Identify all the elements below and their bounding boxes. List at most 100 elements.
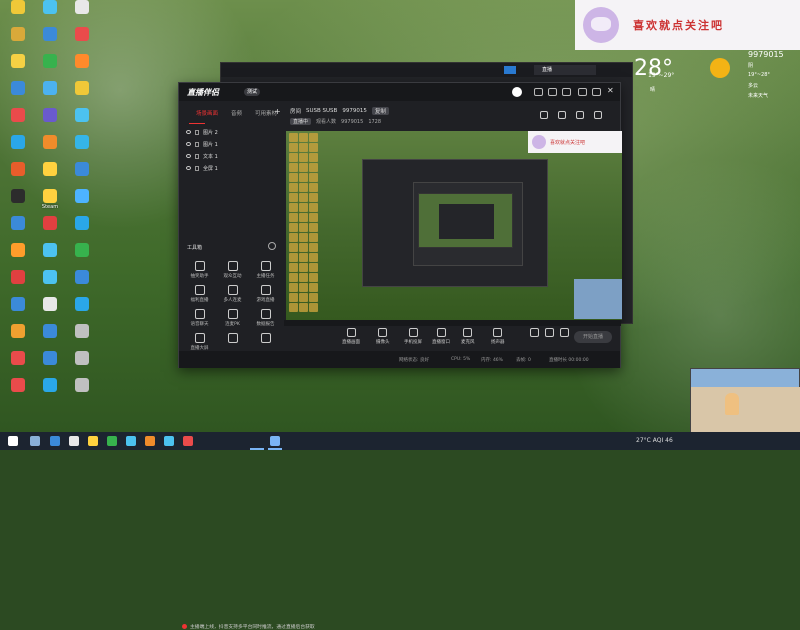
- desktop-icon[interactable]: [34, 108, 66, 135]
- background-window-button[interactable]: [504, 66, 516, 74]
- settings-button[interactable]: [560, 328, 569, 339]
- control-camera[interactable]: 摄像头: [376, 328, 390, 345]
- toolbox-item[interactable]: 抽奖助手: [183, 261, 216, 285]
- toolbox-item[interactable]: 福利直播: [183, 285, 216, 309]
- maximize-icon[interactable]: [592, 88, 601, 96]
- start-live-button[interactable]: 开始直播: [574, 331, 612, 343]
- toolbox-item[interactable]: 连麦PK: [216, 309, 249, 333]
- eye-icon[interactable]: [186, 130, 191, 134]
- desktop-icon[interactable]: [2, 378, 34, 405]
- desktop-icon[interactable]: [34, 351, 66, 378]
- desktop-icon[interactable]: [34, 297, 66, 324]
- settings-icon[interactable]: [562, 88, 571, 96]
- desktop-icon[interactable]: [2, 270, 34, 297]
- desktop-icon[interactable]: [66, 243, 98, 270]
- control-phone-cast[interactable]: 手机投屏: [404, 328, 422, 345]
- desktop-icon[interactable]: [2, 0, 34, 27]
- desktop-icon[interactable]: [66, 0, 98, 27]
- desktop-icon[interactable]: [66, 378, 98, 405]
- desktop-icon[interactable]: [66, 216, 98, 243]
- control-microphone[interactable]: 麦克风: [461, 328, 475, 345]
- layer-item[interactable]: 全屏 1: [186, 162, 284, 174]
- eye-button[interactable]: [545, 328, 554, 339]
- minimize-icon[interactable]: [578, 88, 587, 96]
- lock-icon[interactable]: [195, 153, 199, 159]
- eye-icon[interactable]: [186, 142, 191, 146]
- bell-icon[interactable]: [576, 111, 584, 119]
- toolbox-item[interactable]: 数据报告: [249, 309, 282, 333]
- layer-item[interactable]: 图片 1: [186, 138, 284, 150]
- desktop-icon[interactable]: [66, 189, 98, 216]
- lock-icon[interactable]: [195, 129, 199, 135]
- desktop-icon[interactable]: [34, 216, 66, 243]
- desktop-icon[interactable]: [66, 54, 98, 81]
- user-avatar[interactable]: [512, 87, 522, 97]
- toolbox-item[interactable]: 语音聊天: [183, 309, 216, 333]
- copy-room-button[interactable]: 复制: [371, 107, 389, 115]
- desktop-icon[interactable]: [66, 351, 98, 378]
- desktop-icon[interactable]: [34, 378, 66, 405]
- taskbar-app-icon[interactable]: [88, 436, 98, 446]
- eye-icon[interactable]: [186, 154, 191, 158]
- control-speaker[interactable]: 扬声器: [491, 328, 505, 345]
- taskbar-app-icon[interactable]: [107, 436, 117, 446]
- taskbar-app-icon[interactable]: [183, 436, 193, 446]
- gift-icon[interactable]: [548, 88, 557, 96]
- layer-item[interactable]: 图片 2: [186, 126, 284, 138]
- taskbar-app-icon[interactable]: [30, 436, 40, 446]
- taskbar-app-icon[interactable]: [270, 436, 280, 446]
- taskbar-app-icon[interactable]: [50, 436, 60, 446]
- desktop-icon[interactable]: [66, 108, 98, 135]
- desktop-icon[interactable]: [34, 54, 66, 81]
- taskbar-app-icon[interactable]: [126, 436, 136, 446]
- desktop-icon[interactable]: [34, 0, 66, 27]
- desktop-icon[interactable]: [2, 189, 34, 216]
- record-icon-button[interactable]: [530, 328, 539, 339]
- desktop-icon[interactable]: [34, 270, 66, 297]
- desktop-icon[interactable]: [2, 162, 34, 189]
- desktop-icon[interactable]: [34, 81, 66, 108]
- desktop-icon[interactable]: [66, 81, 98, 108]
- taskbar-app-icon[interactable]: [69, 436, 79, 446]
- eye-icon[interactable]: [186, 166, 191, 170]
- desktop-icon[interactable]: [66, 297, 98, 324]
- desktop-icon[interactable]: [2, 243, 34, 270]
- toolbox-settings-icon[interactable]: [268, 242, 276, 250]
- tab-audio[interactable]: 音频: [231, 109, 242, 117]
- desktop-icon[interactable]: [66, 270, 98, 297]
- toolbox-item[interactable]: 主播任务: [249, 261, 282, 285]
- titlebar[interactable]: 直播伴侣 测试 ✕: [179, 83, 620, 101]
- add-source-button[interactable]: +: [274, 107, 281, 116]
- desktop-icon[interactable]: [2, 351, 34, 378]
- start-icon[interactable]: [8, 436, 18, 446]
- taskbar-app-icon[interactable]: [145, 436, 155, 446]
- desktop-icon[interactable]: [66, 135, 98, 162]
- desktop-icon[interactable]: [2, 216, 34, 243]
- desktop-icon[interactable]: [34, 27, 66, 54]
- taskbar-app-icon[interactable]: [164, 436, 174, 446]
- layer-item[interactable]: 文本 1: [186, 150, 284, 162]
- taskbar-weather[interactable]: 27°C AQI 46: [636, 437, 673, 444]
- home-icon[interactable]: [540, 111, 548, 119]
- control-live-scene[interactable]: 直播画面: [342, 328, 360, 345]
- desktop-icon[interactable]: [2, 108, 34, 135]
- desktop-icon[interactable]: [66, 27, 98, 54]
- message-icon[interactable]: [534, 88, 543, 96]
- lock-icon[interactable]: [195, 141, 199, 147]
- close-icon[interactable]: ✕: [607, 86, 614, 95]
- notice[interactable]: 主播端上线，抖音支持多平台同时推流，通过直播后台获取: [182, 623, 315, 630]
- desktop-icon[interactable]: [2, 81, 34, 108]
- control-window[interactable]: 直播窗口: [432, 328, 450, 345]
- desktop-icon[interactable]: [2, 297, 34, 324]
- desktop-icon[interactable]: [2, 27, 34, 54]
- desktop-icon[interactable]: [34, 243, 66, 270]
- desktop-icon[interactable]: Steam: [34, 189, 66, 216]
- share-icon[interactable]: [594, 111, 602, 119]
- toolbox-item[interactable]: 观众互动: [216, 261, 249, 285]
- tab-scene[interactable]: 场景画面: [196, 109, 218, 117]
- desktop-icon[interactable]: [2, 324, 34, 351]
- stream-preview[interactable]: 喜欢就点关注吧: [286, 131, 622, 320]
- desktop-icon[interactable]: [66, 324, 98, 351]
- lock-icon[interactable]: [195, 165, 199, 171]
- desktop-icon[interactable]: [66, 162, 98, 189]
